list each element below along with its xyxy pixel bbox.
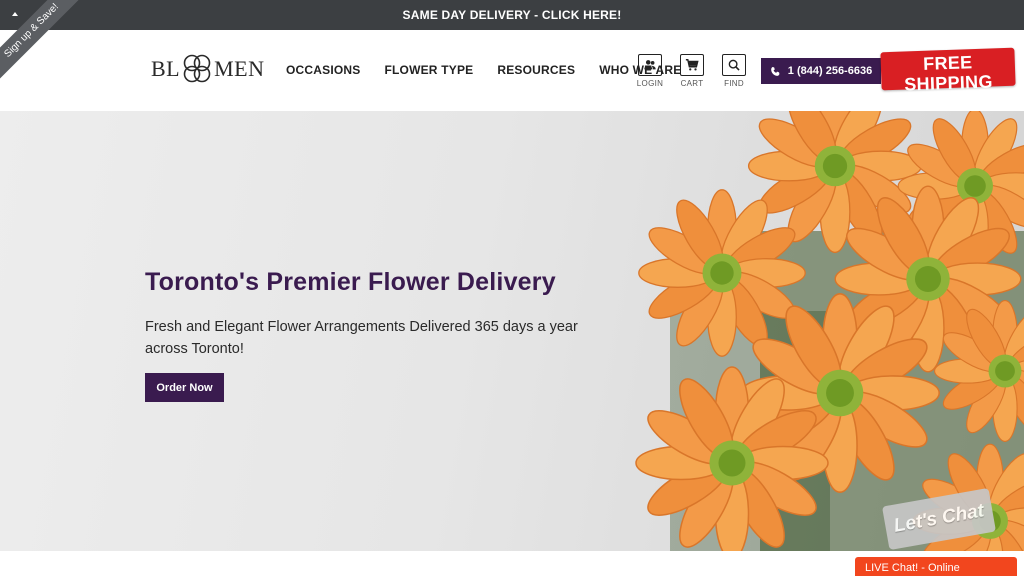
- cart-label: CART: [680, 79, 704, 88]
- order-now-button[interactable]: Order Now: [145, 373, 224, 402]
- orange-daisies-image: [635, 111, 1024, 551]
- caret-up-icon: [12, 12, 18, 16]
- find-button[interactable]: FIND: [717, 54, 751, 88]
- phone-icon: [770, 66, 780, 76]
- logo-text-left: BL: [151, 56, 181, 81]
- login-button[interactable]: LOGIN: [633, 54, 667, 88]
- lets-chat-label: Let's Chat: [892, 500, 986, 537]
- phone-call-button[interactable]: 1 (844) 256-6636: [761, 58, 881, 84]
- login-label: LOGIN: [636, 79, 664, 88]
- free-shipping-badge[interactable]: FREE SHIPPING in Toronto & Surrounding A…: [880, 47, 1016, 104]
- signup-ribbon-corner: Sign up & Save!: [0, 0, 80, 80]
- site-header: BL MEN OCCASIONS FLOWER TYPE RESOURCES W…: [0, 30, 1024, 111]
- search-icon: [728, 59, 740, 71]
- nav-item-resources[interactable]: RESOURCES: [497, 63, 575, 77]
- nav-item-flower-type[interactable]: FLOWER TYPE: [384, 63, 473, 77]
- live-chat-tab[interactable]: LIVE Chat! - Online: [855, 557, 1017, 576]
- logo-text-right: MEN: [214, 56, 265, 81]
- find-label: FIND: [724, 79, 744, 88]
- cart-button[interactable]: CART: [675, 54, 709, 88]
- hero-subtitle: Fresh and Elegant Flower Arrangements De…: [145, 319, 578, 357]
- same-day-delivery-link[interactable]: SAME DAY DELIVERY - CLICK HERE!: [403, 8, 622, 22]
- phone-number: 1 (844) 256-6636: [787, 65, 873, 77]
- hero-title: Toronto's Premier Flower Delivery: [145, 268, 556, 296]
- top-announcement-bar: SAME DAY DELIVERY - CLICK HERE!: [0, 0, 1024, 30]
- hero-banner: Toronto's Premier Flower Delivery Fresh …: [0, 111, 1024, 551]
- bloomen-logo[interactable]: BL MEN: [151, 52, 266, 86]
- logo-knot-icon: [179, 52, 215, 86]
- free-shipping-title: FREE SHIPPING: [903, 52, 994, 95]
- cart-icon: [685, 59, 699, 71]
- users-icon: [644, 60, 656, 70]
- nav-item-occasions[interactable]: OCCASIONS: [286, 63, 360, 77]
